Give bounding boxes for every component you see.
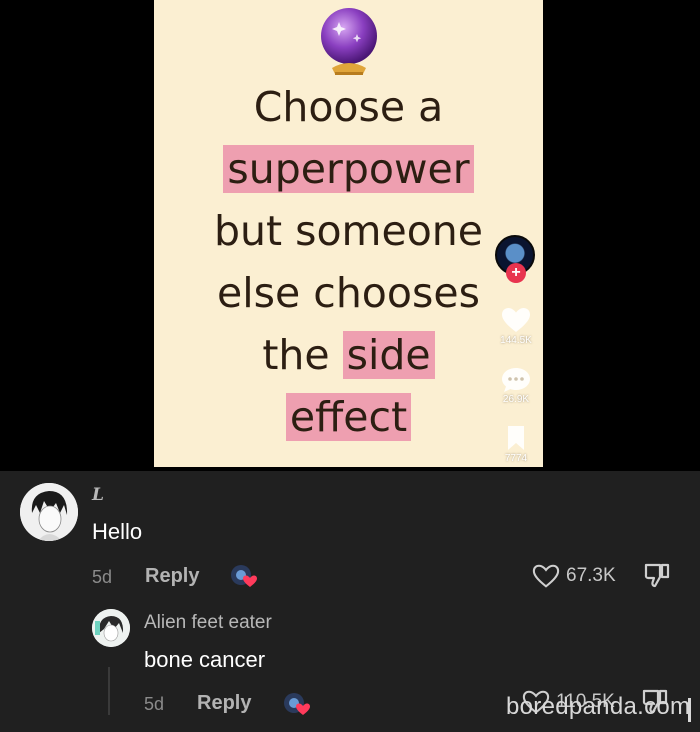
like-count: 144.5K: [500, 335, 532, 346]
avatar[interactable]: [92, 609, 130, 647]
comment-age: 5d: [92, 567, 113, 587]
comment-like-count: 67.3K: [566, 565, 616, 586]
comment-text: Hello: [92, 519, 143, 544]
caption-text: the: [262, 331, 343, 379]
speech-bubble-icon[interactable]: [501, 367, 531, 393]
avatar[interactable]: [20, 483, 78, 541]
video-caption: Choose a superpower but someone else cho…: [154, 76, 543, 448]
crystal-ball-icon: [321, 8, 377, 75]
caption-line: superpower: [154, 138, 543, 200]
creator-liked-icon: [231, 565, 257, 587]
comment-count: 26.9K: [502, 394, 530, 405]
caption-highlight: effect: [285, 393, 412, 441]
thread-line: [108, 667, 110, 715]
comment-username[interactable]: Alien feet eater: [144, 612, 272, 634]
caption-line: Choose a: [253, 83, 444, 131]
reply-button[interactable]: Reply: [145, 565, 199, 588]
comment-text: bone cancer: [144, 647, 266, 672]
reply-button[interactable]: Reply: [197, 692, 251, 715]
anime-avatar-image: [92, 609, 130, 647]
caption-highlight: superpower: [223, 145, 474, 193]
watermark-bar: [688, 698, 691, 722]
caption-line: the side: [154, 324, 543, 386]
anime-avatar-image: [20, 483, 78, 541]
comment-username[interactable]: L: [92, 485, 104, 505]
caption-line: else chooses: [217, 269, 480, 317]
caption-line: but someone: [213, 207, 484, 255]
watermark: boredpanda.com: [506, 693, 691, 720]
comments-panel: L Hello 5d Reply 67.3K Alien feet eater …: [0, 471, 700, 732]
video-post[interactable]: Choose a superpower but someone else cho…: [154, 0, 543, 467]
caption-highlight: side: [342, 331, 435, 379]
creator-liked-icon: [284, 693, 310, 715]
save-count: 7774: [504, 453, 528, 464]
caption-line: effect: [154, 386, 543, 448]
comment-age: 5d: [144, 694, 165, 714]
heart-outline-icon: [532, 564, 560, 588]
heart-icon[interactable]: [501, 307, 531, 333]
follow-button[interactable]: +: [506, 263, 526, 283]
comment-like-button[interactable]: 67.3K: [532, 563, 616, 589]
bookmark-icon[interactable]: [501, 425, 531, 451]
dislike-icon[interactable]: [643, 561, 671, 589]
